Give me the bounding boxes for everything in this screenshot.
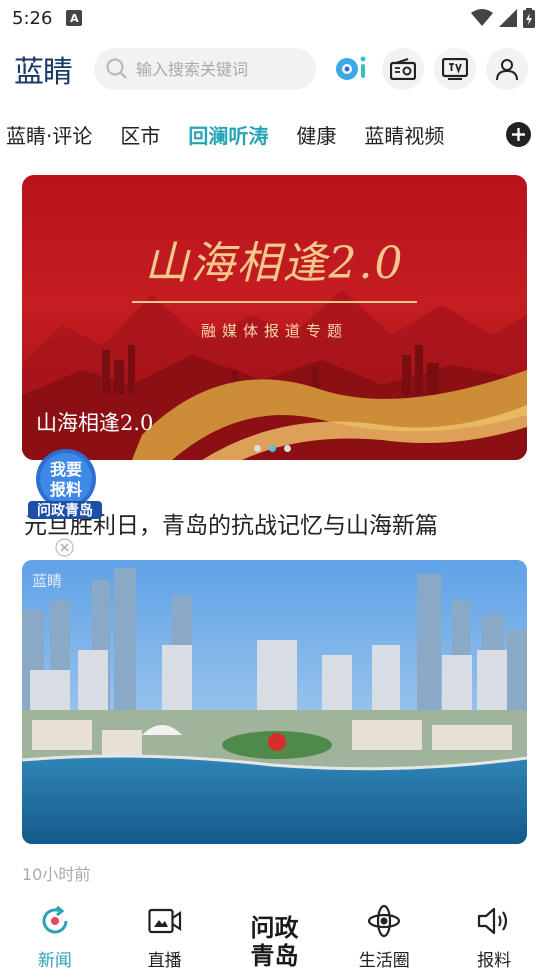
signal-icon	[499, 9, 517, 27]
add-channel-button[interactable]	[506, 122, 531, 147]
app-logo: 蓝睛	[14, 47, 82, 91]
radio-icon	[390, 58, 416, 80]
tab-comment[interactable]: 蓝睛·评论	[6, 120, 92, 149]
bottom-nav: 新闻 直播 问政 青岛 生活圈 报料	[0, 896, 549, 976]
carousel-dot	[284, 445, 291, 452]
battery-icon	[523, 8, 535, 28]
report-float-badge[interactable]: 我要 报料 问政青岛	[26, 447, 104, 523]
logo-text: 蓝睛	[14, 55, 73, 90]
report-badge-icon: 我要 报料 问政青岛	[28, 449, 102, 519]
close-icon	[55, 538, 74, 557]
news-refresh-icon	[42, 905, 68, 934]
tv-icon	[442, 58, 468, 80]
tab-districts[interactable]: 区市	[120, 120, 160, 149]
app-header: 蓝睛	[0, 44, 549, 94]
banner-art-subtitle: 融媒体报道专题	[200, 322, 348, 340]
carousel-indicator	[254, 445, 291, 452]
badge-bottom: 问政青岛	[37, 502, 93, 519]
nav-wenzheng-logo: 问政 青岛	[250, 904, 298, 970]
speaker-icon	[477, 907, 508, 935]
tab-video[interactable]: 蓝睛视频	[364, 120, 444, 149]
city-photo: 蓝睛	[22, 560, 527, 844]
carousel-dot-active	[269, 445, 276, 452]
channel-tabs: 蓝睛·评论 区市 回澜听涛 健康 蓝睛视频	[0, 112, 549, 156]
wifi-icon	[471, 9, 493, 26]
badge-line1: 我要	[50, 460, 82, 479]
nav-report-label: 报料	[477, 951, 512, 971]
nav-report[interactable]: 报料	[439, 896, 549, 976]
nav-center-line1: 问政	[250, 914, 299, 942]
ai-icon	[336, 56, 366, 80]
status-icons	[471, 8, 535, 28]
plus-icon	[512, 128, 525, 141]
ai-button[interactable]	[330, 48, 372, 90]
news-time: 10小时前	[22, 865, 91, 884]
nav-news-label: 新闻	[37, 951, 72, 971]
profile-button[interactable]	[486, 48, 528, 90]
user-icon	[496, 59, 518, 81]
tab-huilan-tingtao[interactable]: 回澜听涛	[188, 120, 268, 149]
nav-live-icon-wrap	[148, 904, 182, 938]
nav-wenzheng[interactable]: 问政 青岛	[220, 896, 330, 976]
notification-a-icon: A	[66, 10, 83, 26]
nav-live[interactable]: 直播	[110, 896, 220, 976]
nav-news[interactable]: 新闻	[0, 896, 110, 976]
radio-button[interactable]	[382, 48, 424, 90]
nav-life-label: 生活圈	[358, 951, 410, 971]
search-box[interactable]	[94, 48, 316, 90]
banner-art-title: 山海相逢2.0	[144, 238, 405, 289]
nav-life-icon-wrap	[367, 904, 401, 938]
banner-carousel[interactable]: 山海相逢2.0 融媒体报道专题 山海相逢2.0	[22, 175, 527, 460]
banner-caption: 山海相逢2.0	[36, 411, 154, 435]
nav-center-line2: 青岛	[250, 942, 299, 970]
badge-line2: 报料	[50, 480, 82, 499]
status-bar: 5:26 A	[0, 0, 549, 36]
planet-icon	[368, 904, 401, 938]
tv-button[interactable]	[434, 48, 476, 90]
tab-health[interactable]: 健康	[296, 120, 336, 149]
carousel-dot	[254, 445, 261, 452]
nav-news-icon-wrap	[38, 904, 72, 938]
float-close-button[interactable]	[55, 538, 74, 557]
search-icon	[106, 58, 127, 79]
news-image[interactable]: 蓝睛	[22, 560, 527, 844]
video-camera-icon	[148, 908, 181, 934]
status-time: 5:26	[12, 7, 53, 29]
nav-live-label: 直播	[147, 951, 182, 971]
search-input[interactable]	[136, 59, 296, 79]
nav-life-circle[interactable]: 生活圈	[329, 896, 439, 976]
image-watermark: 蓝睛	[32, 572, 62, 590]
nav-report-icon-wrap	[477, 904, 511, 938]
